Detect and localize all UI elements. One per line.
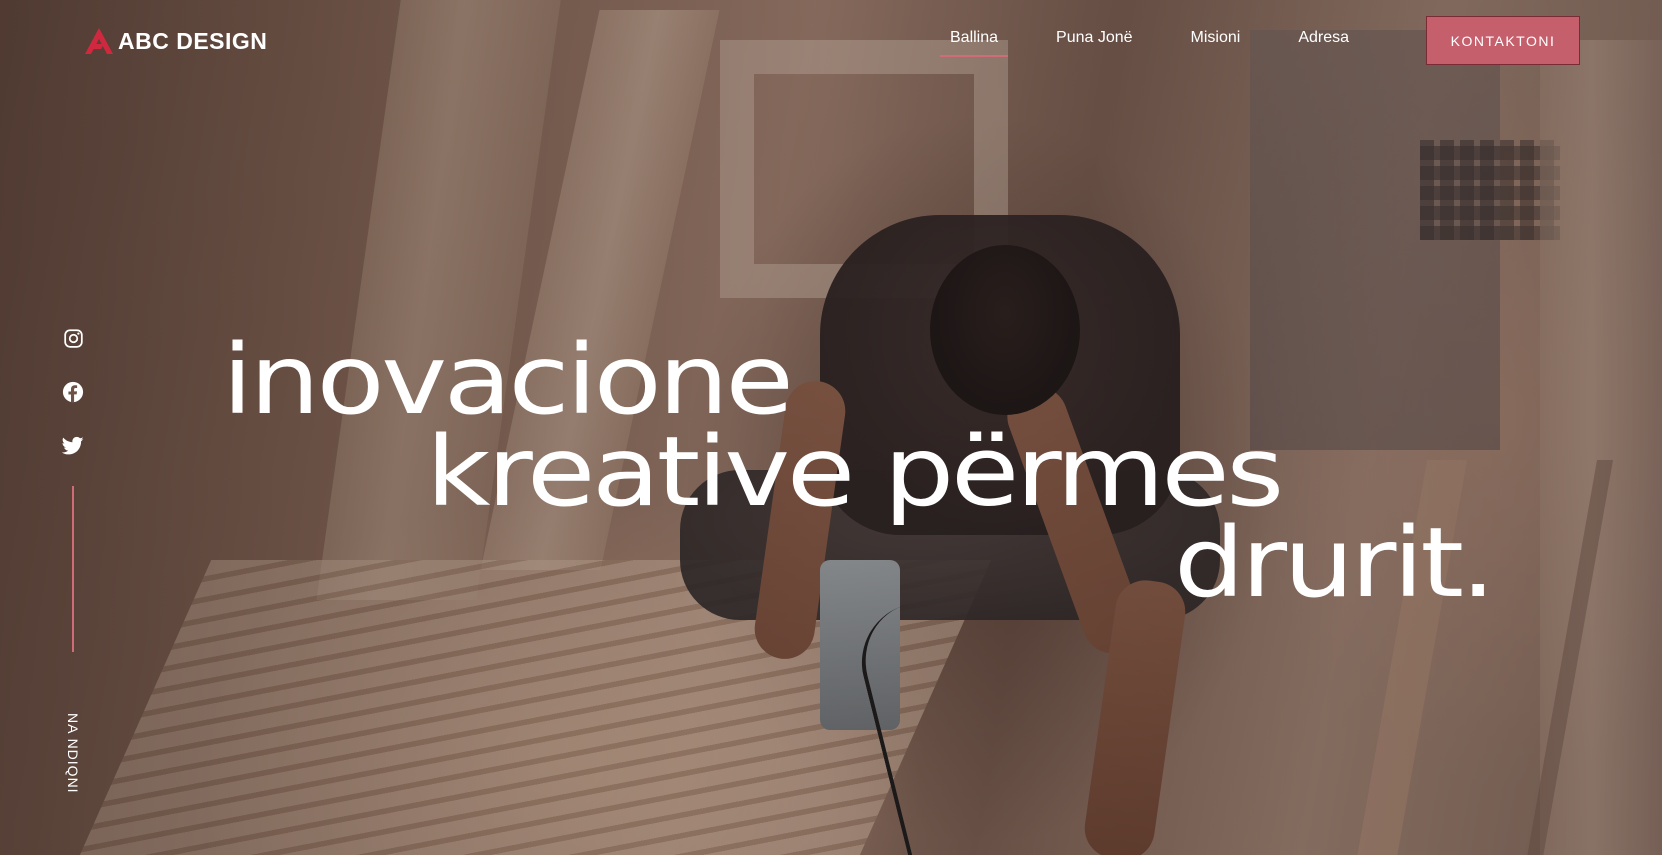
nav-item-ballina[interactable]: Ballina [940, 25, 1009, 57]
hero-headline-line-2: kreative përmes [426, 416, 1284, 528]
brand-name: ABC DESIGN [118, 27, 268, 54]
twitter-icon[interactable] [62, 435, 84, 457]
nav-item-puna-jone[interactable]: Puna Jonë [1046, 25, 1143, 57]
nav-item-adresa[interactable]: Adresa [1288, 25, 1359, 57]
follow-us-label: NA NDIQNI [60, 705, 86, 801]
hero-section: ABC DESIGN Ballina Puna Jonë Misioni Adr… [0, 0, 1662, 855]
hero-headline-line-1: inovacione [222, 324, 794, 436]
hero-headline-line-3: drurit. [1174, 507, 1496, 619]
main-nav: Ballina Puna Jonë Misioni Adresa [940, 18, 1397, 64]
site-logo[interactable]: ABC DESIGN [84, 26, 267, 56]
abc-logo-mark-icon [85, 28, 113, 54]
follow-us-text: NA NDIQNI [65, 712, 81, 794]
contact-button[interactable]: KONTAKTONI [1426, 16, 1580, 65]
instagram-icon[interactable] [62, 327, 84, 349]
social-divider-line [72, 486, 74, 652]
social-links [60, 327, 86, 489]
facebook-icon[interactable] [62, 381, 84, 403]
nav-item-misioni[interactable]: Misioni [1181, 25, 1251, 57]
